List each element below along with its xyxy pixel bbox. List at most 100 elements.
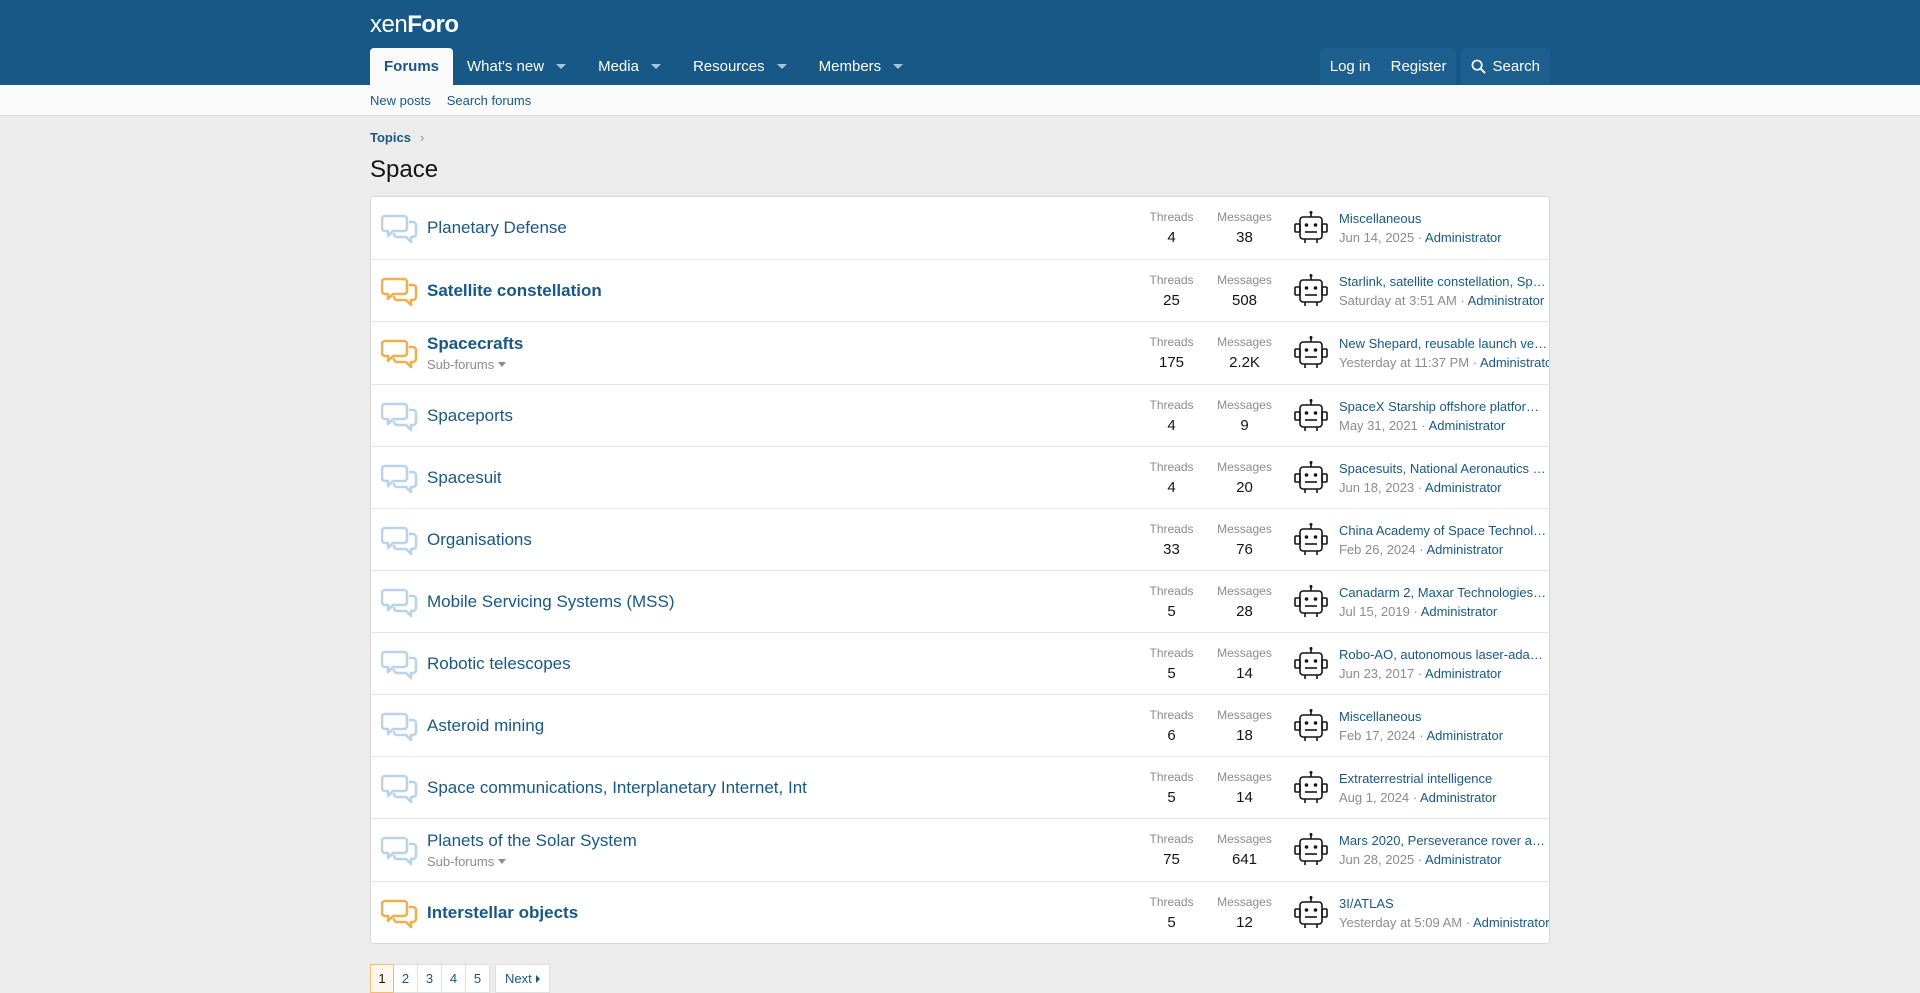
forum-title-link[interactable]: Robotic telescopes: [427, 654, 1135, 674]
page-5-link[interactable]: 5: [466, 964, 490, 993]
subforums-toggle[interactable]: Sub-forums: [427, 357, 1135, 372]
breadcrumb-topics[interactable]: Topics: [370, 130, 411, 145]
latest-post-user[interactable]: Administrator: [1429, 418, 1506, 433]
chevron-down-icon[interactable]: [556, 64, 567, 69]
chat-bubbles-icon[interactable]: [371, 834, 427, 866]
latest-thread-link[interactable]: 3I/ATLAS: [1339, 896, 1549, 911]
latest-post-user[interactable]: Administrator: [1421, 604, 1498, 619]
nav-tab-resources[interactable]: Resources: [679, 48, 805, 85]
robot-avatar-icon[interactable]: [1293, 273, 1329, 309]
chevron-down-icon[interactable]: [893, 64, 904, 69]
latest-post-date[interactable]: Jun 14, 2025: [1339, 230, 1414, 245]
latest-thread-link[interactable]: SpaceX Starship offshore platform…: [1339, 399, 1549, 414]
robot-avatar-icon[interactable]: [1293, 335, 1329, 371]
login-button[interactable]: Log in: [1320, 48, 1381, 85]
robot-avatar-icon[interactable]: [1293, 770, 1329, 806]
robot-avatar-icon[interactable]: [1293, 460, 1329, 496]
messages-stat: Messages 14: [1208, 770, 1281, 806]
robot-avatar-icon[interactable]: [1293, 522, 1329, 558]
latest-post-date[interactable]: Jun 23, 2017: [1339, 666, 1414, 681]
latest-post-user[interactable]: Administrator: [1426, 728, 1503, 743]
search-button[interactable]: Search: [1461, 48, 1550, 85]
next-page-button[interactable]: Next: [495, 964, 550, 993]
robot-avatar-icon[interactable]: [1293, 646, 1329, 682]
latest-post-user[interactable]: Administrato: [1480, 355, 1549, 370]
latest-thread-link[interactable]: Miscellaneous: [1339, 709, 1549, 724]
chat-bubbles-icon[interactable]: [371, 710, 427, 742]
robot-avatar-icon[interactable]: [1293, 210, 1329, 246]
chat-bubbles-icon[interactable]: [371, 648, 427, 680]
chevron-down-icon[interactable]: [776, 64, 787, 69]
subforums-toggle[interactable]: Sub-forums: [427, 854, 1135, 869]
forum-title-link[interactable]: Interstellar objects: [427, 903, 1135, 923]
robot-avatar-icon[interactable]: [1293, 832, 1329, 868]
page-4-link[interactable]: 4: [442, 964, 466, 993]
latest-thread-link[interactable]: Starlink, satellite constellation, Spa…: [1339, 274, 1549, 289]
robot-avatar-icon[interactable]: [1293, 708, 1329, 744]
latest-post-date[interactable]: Yesterday at 11:37 PM: [1339, 355, 1469, 370]
latest-thread-link[interactable]: Canadarm 2, Maxar Technologies …: [1339, 585, 1549, 600]
nav-tab-what-s-new[interactable]: What's new: [453, 48, 584, 85]
page-2-link[interactable]: 2: [394, 964, 418, 993]
forum-title-link[interactable]: Organisations: [427, 530, 1135, 550]
chat-bubbles-icon[interactable]: [371, 337, 427, 369]
page-1-link[interactable]: 1: [370, 964, 394, 993]
chat-bubbles-icon[interactable]: [371, 586, 427, 618]
latest-post-date[interactable]: Yesterday at 5:09 AM: [1339, 915, 1462, 930]
forum-title-link[interactable]: Mobile Servicing Systems (MSS): [427, 592, 1135, 612]
latest-post-date[interactable]: Feb 26, 2024: [1339, 542, 1416, 557]
latest-post-user[interactable]: Administrator: [1420, 790, 1497, 805]
forum-title-link[interactable]: Planets of the Solar System: [427, 831, 1135, 851]
nav-tab-forums[interactable]: Forums: [370, 48, 454, 85]
threads-stat: Threads 4: [1135, 398, 1208, 434]
latest-post-date[interactable]: Jun 28, 2025: [1339, 852, 1414, 867]
threads-count: 4: [1167, 416, 1176, 434]
latest-thread-link[interactable]: Spacesuits, National Aeronautics a…: [1339, 461, 1549, 476]
chat-bubbles-icon[interactable]: [371, 524, 427, 556]
latest-post-user[interactable]: Administrator: [1425, 852, 1502, 867]
latest-post-user[interactable]: Administrator: [1426, 542, 1503, 557]
latest-post-date[interactable]: Jun 18, 2023: [1339, 480, 1414, 495]
forum-title-link[interactable]: Spacesuit: [427, 468, 1135, 488]
robot-avatar-icon[interactable]: [1293, 584, 1329, 620]
latest-thread-link[interactable]: Mars 2020, Perseverance rover an…: [1339, 833, 1549, 848]
robot-avatar-icon[interactable]: [1293, 398, 1329, 434]
chat-bubbles-icon[interactable]: [371, 772, 427, 804]
robot-avatar-icon[interactable]: [1293, 895, 1329, 931]
nav-tab-members[interactable]: Members: [805, 48, 922, 85]
latest-thread-link[interactable]: New Shepard, reusable launch ve…: [1339, 336, 1549, 351]
forum-title-link[interactable]: Space communications, Interplanetary Int…: [427, 778, 1135, 798]
latest-post-date[interactable]: Jul 15, 2019: [1339, 604, 1410, 619]
forum-main: Interstellar objects: [427, 903, 1135, 923]
forum-title-link[interactable]: Spaceports: [427, 406, 1135, 426]
latest-post-user[interactable]: Administrator: [1425, 230, 1502, 245]
latest-thread-link[interactable]: Miscellaneous: [1339, 211, 1549, 226]
forum-title-link[interactable]: Planetary Defense: [427, 218, 1135, 238]
latest-post-user[interactable]: Administrator: [1473, 915, 1549, 930]
latest-post-date[interactable]: Saturday at 3:51 AM: [1339, 293, 1457, 308]
forum-title-link[interactable]: Satellite constellation: [427, 281, 1135, 301]
latest-thread-link[interactable]: China Academy of Space Technol…: [1339, 523, 1549, 538]
latest-thread-link[interactable]: Robo-AO, autonomous laser-adap…: [1339, 647, 1549, 662]
forum-title-link[interactable]: Asteroid mining: [427, 716, 1135, 736]
latest-thread-link[interactable]: Extraterrestrial intelligence: [1339, 771, 1549, 786]
latest-post-date[interactable]: May 31, 2021: [1339, 418, 1418, 433]
new-posts-link[interactable]: New posts: [370, 93, 431, 108]
chat-bubbles-icon[interactable]: [371, 462, 427, 494]
nav-tab-media[interactable]: Media: [584, 48, 679, 85]
forum-title-link[interactable]: Spacecrafts: [427, 334, 1135, 354]
xenforo-logo[interactable]: xenForo: [370, 11, 459, 39]
chat-bubbles-icon[interactable]: [371, 897, 427, 929]
latest-post-user[interactable]: Administrator: [1425, 480, 1502, 495]
register-button[interactable]: Register: [1381, 48, 1457, 85]
chat-bubbles-icon[interactable]: [371, 400, 427, 432]
latest-post-date[interactable]: Feb 17, 2024: [1339, 728, 1416, 743]
page-3-link[interactable]: 3: [418, 964, 442, 993]
latest-post-user[interactable]: Administrator: [1468, 293, 1545, 308]
search-forums-link[interactable]: Search forums: [447, 93, 532, 108]
chevron-down-icon[interactable]: [650, 64, 661, 69]
chat-bubbles-icon[interactable]: [371, 275, 427, 307]
latest-post-user[interactable]: Administrator: [1425, 666, 1502, 681]
latest-post-date[interactable]: Aug 1, 2024: [1339, 790, 1409, 805]
chat-bubbles-icon[interactable]: [371, 212, 427, 244]
